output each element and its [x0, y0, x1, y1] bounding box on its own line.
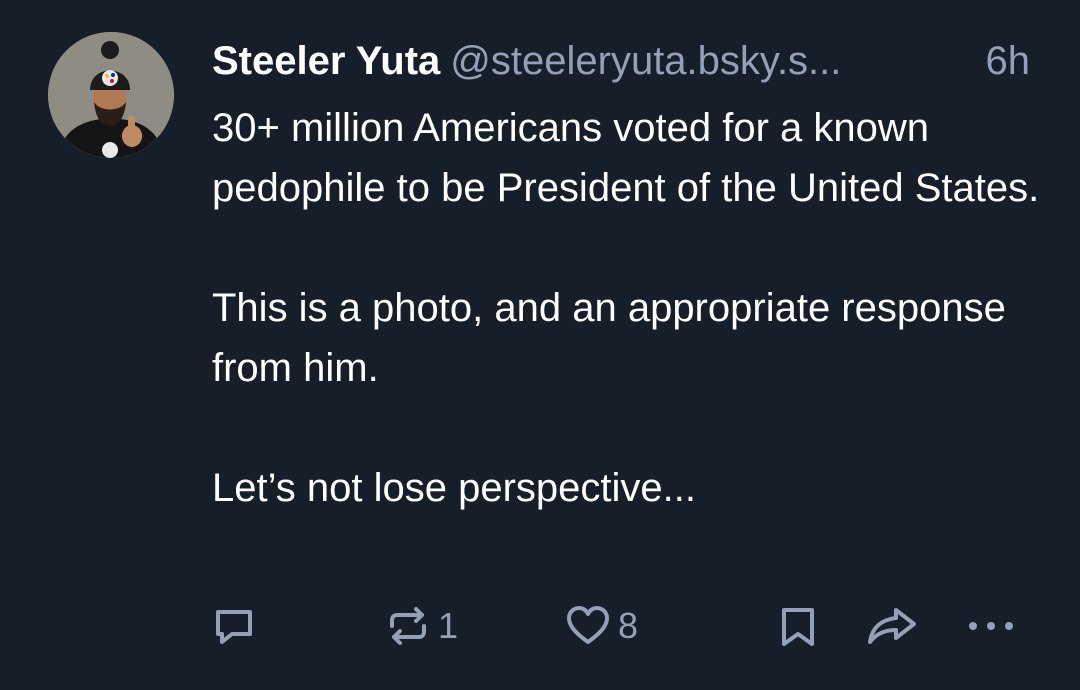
post-header: Steeler Yuta @steeleryuta.bsky.s... 6h — [212, 36, 1042, 86]
bookmark-icon — [776, 602, 820, 650]
repost-button[interactable]: 1 — [384, 596, 458, 656]
bookmark-button[interactable] — [776, 596, 820, 656]
more-icon — [966, 602, 1016, 650]
avatar[interactable] — [48, 32, 174, 158]
post-paragraph: 30+ million Americans voted for a known … — [212, 106, 1040, 210]
post-text: 30+ million Americans voted for a known … — [212, 98, 1052, 518]
post-timestamp[interactable]: 6h — [986, 36, 1031, 86]
repost-icon — [384, 602, 432, 650]
reply-button[interactable] — [210, 596, 264, 656]
post-actions: 1 8 — [0, 596, 1080, 656]
author-handle[interactable]: @steeleryuta.bsky.s... — [450, 39, 841, 83]
like-button[interactable]: 8 — [564, 596, 638, 656]
more-options-button[interactable] — [966, 596, 1016, 656]
post-paragraph: This is a photo, and an appropriate resp… — [212, 286, 1006, 390]
share-button[interactable] — [866, 596, 918, 656]
share-icon — [866, 602, 918, 650]
post[interactable]: Steeler Yuta @steeleryuta.bsky.s... 6h 30… — [0, 0, 1080, 690]
repost-count: 1 — [438, 605, 459, 646]
reply-icon — [210, 602, 258, 650]
post-paragraph: Let’s not lose perspective... — [212, 466, 696, 510]
like-count: 8 — [618, 605, 639, 646]
author-name[interactable]: Steeler Yuta — [212, 39, 440, 83]
like-icon — [564, 602, 612, 650]
